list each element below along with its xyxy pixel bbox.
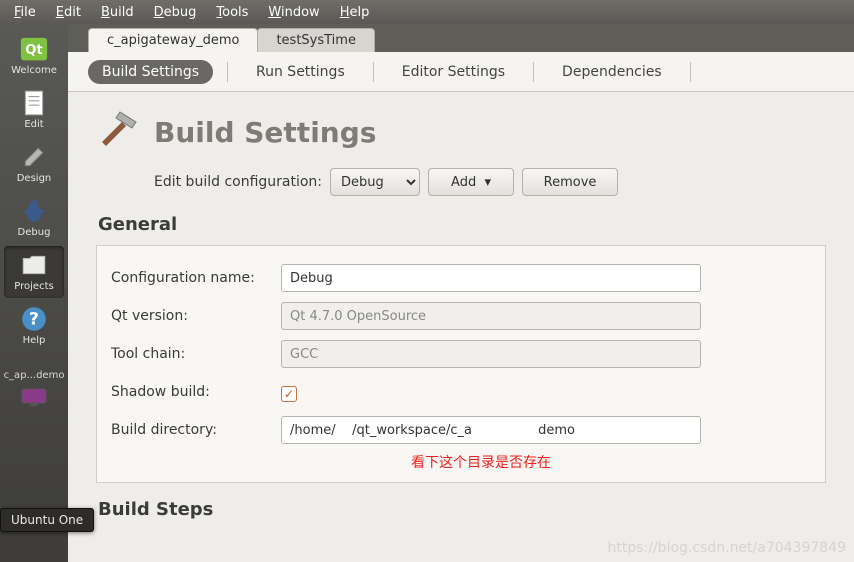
menu-window[interactable]: Window xyxy=(260,3,327,22)
sidebar-item-help[interactable]: ? Help xyxy=(4,300,64,352)
menu-build[interactable]: Build xyxy=(93,3,142,22)
tab-project-1[interactable]: testSysTime xyxy=(257,28,375,52)
general-panel: Configuration name: Qt version: Tool cha… xyxy=(96,245,826,483)
build-dir-input[interactable] xyxy=(281,416,701,444)
sidebar-item-design[interactable]: Design xyxy=(4,138,64,190)
sidebar-item-label: Projects xyxy=(14,281,53,292)
sidebar-item-label: Design xyxy=(17,173,52,184)
project-tabs: c_apigateway_demo testSysTime xyxy=(68,24,854,52)
cfg-label: Edit build configuration: xyxy=(154,174,322,190)
conf-name-label: Configuration name: xyxy=(111,270,281,286)
sidebar: Qt Welcome Edit Design Debug Projects ? … xyxy=(0,24,68,562)
qt-version-label: Qt version: xyxy=(111,308,281,324)
hammer-icon xyxy=(96,108,140,156)
shadow-build-label: Shadow build: xyxy=(111,384,281,400)
sidebar-item-label: Welcome xyxy=(11,65,57,76)
sidebar-project-selector[interactable]: c_ap...demo xyxy=(4,370,65,381)
document-icon xyxy=(19,90,49,116)
monitor-icon[interactable] xyxy=(20,387,48,411)
tab-project-0[interactable]: c_apigateway_demo xyxy=(88,28,258,52)
section-general: General xyxy=(98,214,826,235)
menu-file[interactable]: File xyxy=(6,3,44,22)
separator xyxy=(373,62,374,82)
content-area: c_apigateway_demo testSysTime Build Sett… xyxy=(68,24,854,562)
svg-text:Qt: Qt xyxy=(25,43,42,58)
pencil-icon xyxy=(19,144,49,170)
page-body: Build Settings Edit build configuration:… xyxy=(68,92,854,562)
build-dir-label: Build directory: xyxy=(111,422,281,438)
conf-name-input[interactable] xyxy=(281,264,701,292)
cfg-select[interactable]: Debug xyxy=(330,168,420,196)
subtab-editor[interactable]: Editor Settings xyxy=(388,60,519,84)
sidebar-item-debug[interactable]: Debug xyxy=(4,192,64,244)
menu-edit[interactable]: Edit xyxy=(48,3,89,22)
sidebar-item-projects[interactable]: Projects xyxy=(4,246,64,298)
page-title: Build Settings xyxy=(154,116,376,149)
add-button[interactable]: Add ▾ xyxy=(428,168,514,196)
section-build-steps: Build Steps xyxy=(98,499,826,520)
settings-subtabs: Build Settings Run Settings Editor Setti… xyxy=(68,52,854,92)
qt-logo-icon: Qt xyxy=(19,36,49,62)
annotation-text: 看下这个目录是否存在 xyxy=(411,452,811,472)
qt-version-field[interactable] xyxy=(281,302,701,330)
sidebar-item-edit[interactable]: Edit xyxy=(4,84,64,136)
separator xyxy=(533,62,534,82)
subtab-run[interactable]: Run Settings xyxy=(242,60,359,84)
shadow-build-checkbox[interactable]: ✓ xyxy=(281,386,297,402)
subtab-deps[interactable]: Dependencies xyxy=(548,60,676,84)
remove-button[interactable]: Remove xyxy=(522,168,618,196)
subtab-build[interactable]: Build Settings xyxy=(88,60,213,84)
tooltip-ubuntu-one: Ubuntu One xyxy=(0,508,94,532)
sidebar-item-label: Edit xyxy=(24,119,43,130)
sidebar-item-label: Debug xyxy=(18,227,51,238)
toolchain-label: Tool chain: xyxy=(111,346,281,362)
sidebar-item-label: Help xyxy=(23,335,46,346)
menu-help[interactable]: Help xyxy=(332,3,378,22)
bug-icon xyxy=(19,198,49,224)
menu-tools[interactable]: Tools xyxy=(208,3,256,22)
toolchain-field[interactable] xyxy=(281,340,701,368)
menubar: File Edit Build Debug Tools Window Help xyxy=(0,0,854,24)
svg-text:?: ? xyxy=(29,309,39,329)
sidebar-item-welcome[interactable]: Qt Welcome xyxy=(4,30,64,82)
help-icon: ? xyxy=(19,306,49,332)
separator xyxy=(227,62,228,82)
folder-icon xyxy=(19,252,49,278)
separator xyxy=(690,62,691,82)
menu-debug[interactable]: Debug xyxy=(146,3,205,22)
